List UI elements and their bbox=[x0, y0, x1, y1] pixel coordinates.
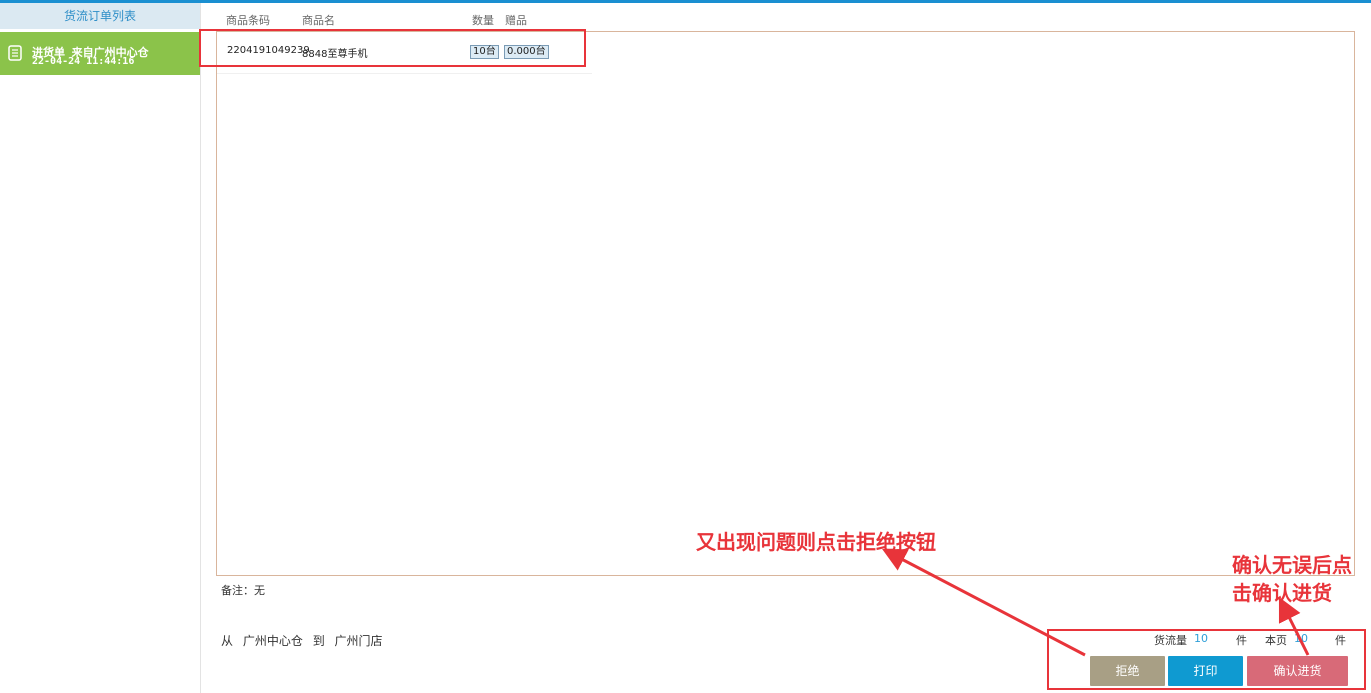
column-header-barcode: 商品条码 bbox=[226, 14, 270, 27]
confirm-hint-annotation-line1: 确认无误后点 bbox=[1232, 553, 1352, 577]
route-to-label: 到 bbox=[312, 634, 325, 648]
remark-text: 备注：无 bbox=[221, 584, 265, 597]
column-header-qty: 数量 bbox=[472, 14, 494, 27]
buttons-highlight-box bbox=[1047, 629, 1366, 690]
route-from: 广州中心仓 bbox=[242, 634, 303, 648]
route-to: 广州门店 bbox=[334, 634, 383, 648]
confirm-hint-annotation-line2: 击确认进货 bbox=[1232, 581, 1332, 605]
order-list-item[interactable]: 进货单 来自广州中心仓 22-04-24 11:44:16 bbox=[0, 32, 200, 75]
top-accent-bar bbox=[0, 0, 1371, 3]
row-highlight-box bbox=[199, 29, 586, 67]
route-from-label: 从 bbox=[221, 634, 234, 648]
reject-hint-annotation: 又出现问题则点击拒绝按钮 bbox=[696, 530, 936, 554]
order-list-title: 货流订单列表 bbox=[0, 3, 200, 29]
column-header-gift: 赠品 bbox=[505, 14, 527, 27]
goods-table: 2204191049239 8848至尊手机 10台 0.000台 bbox=[216, 31, 1355, 576]
route-info: 从 广州中心仓 到 广州门店 bbox=[221, 632, 389, 649]
order-list-sidebar: 货流订单列表 进货单 来自广州中心仓 22-04-24 11:44:16 bbox=[0, 3, 201, 693]
document-icon bbox=[8, 45, 22, 61]
order-time: 22-04-24 11:44:16 bbox=[32, 56, 135, 67]
column-header-name: 商品名 bbox=[302, 14, 335, 27]
